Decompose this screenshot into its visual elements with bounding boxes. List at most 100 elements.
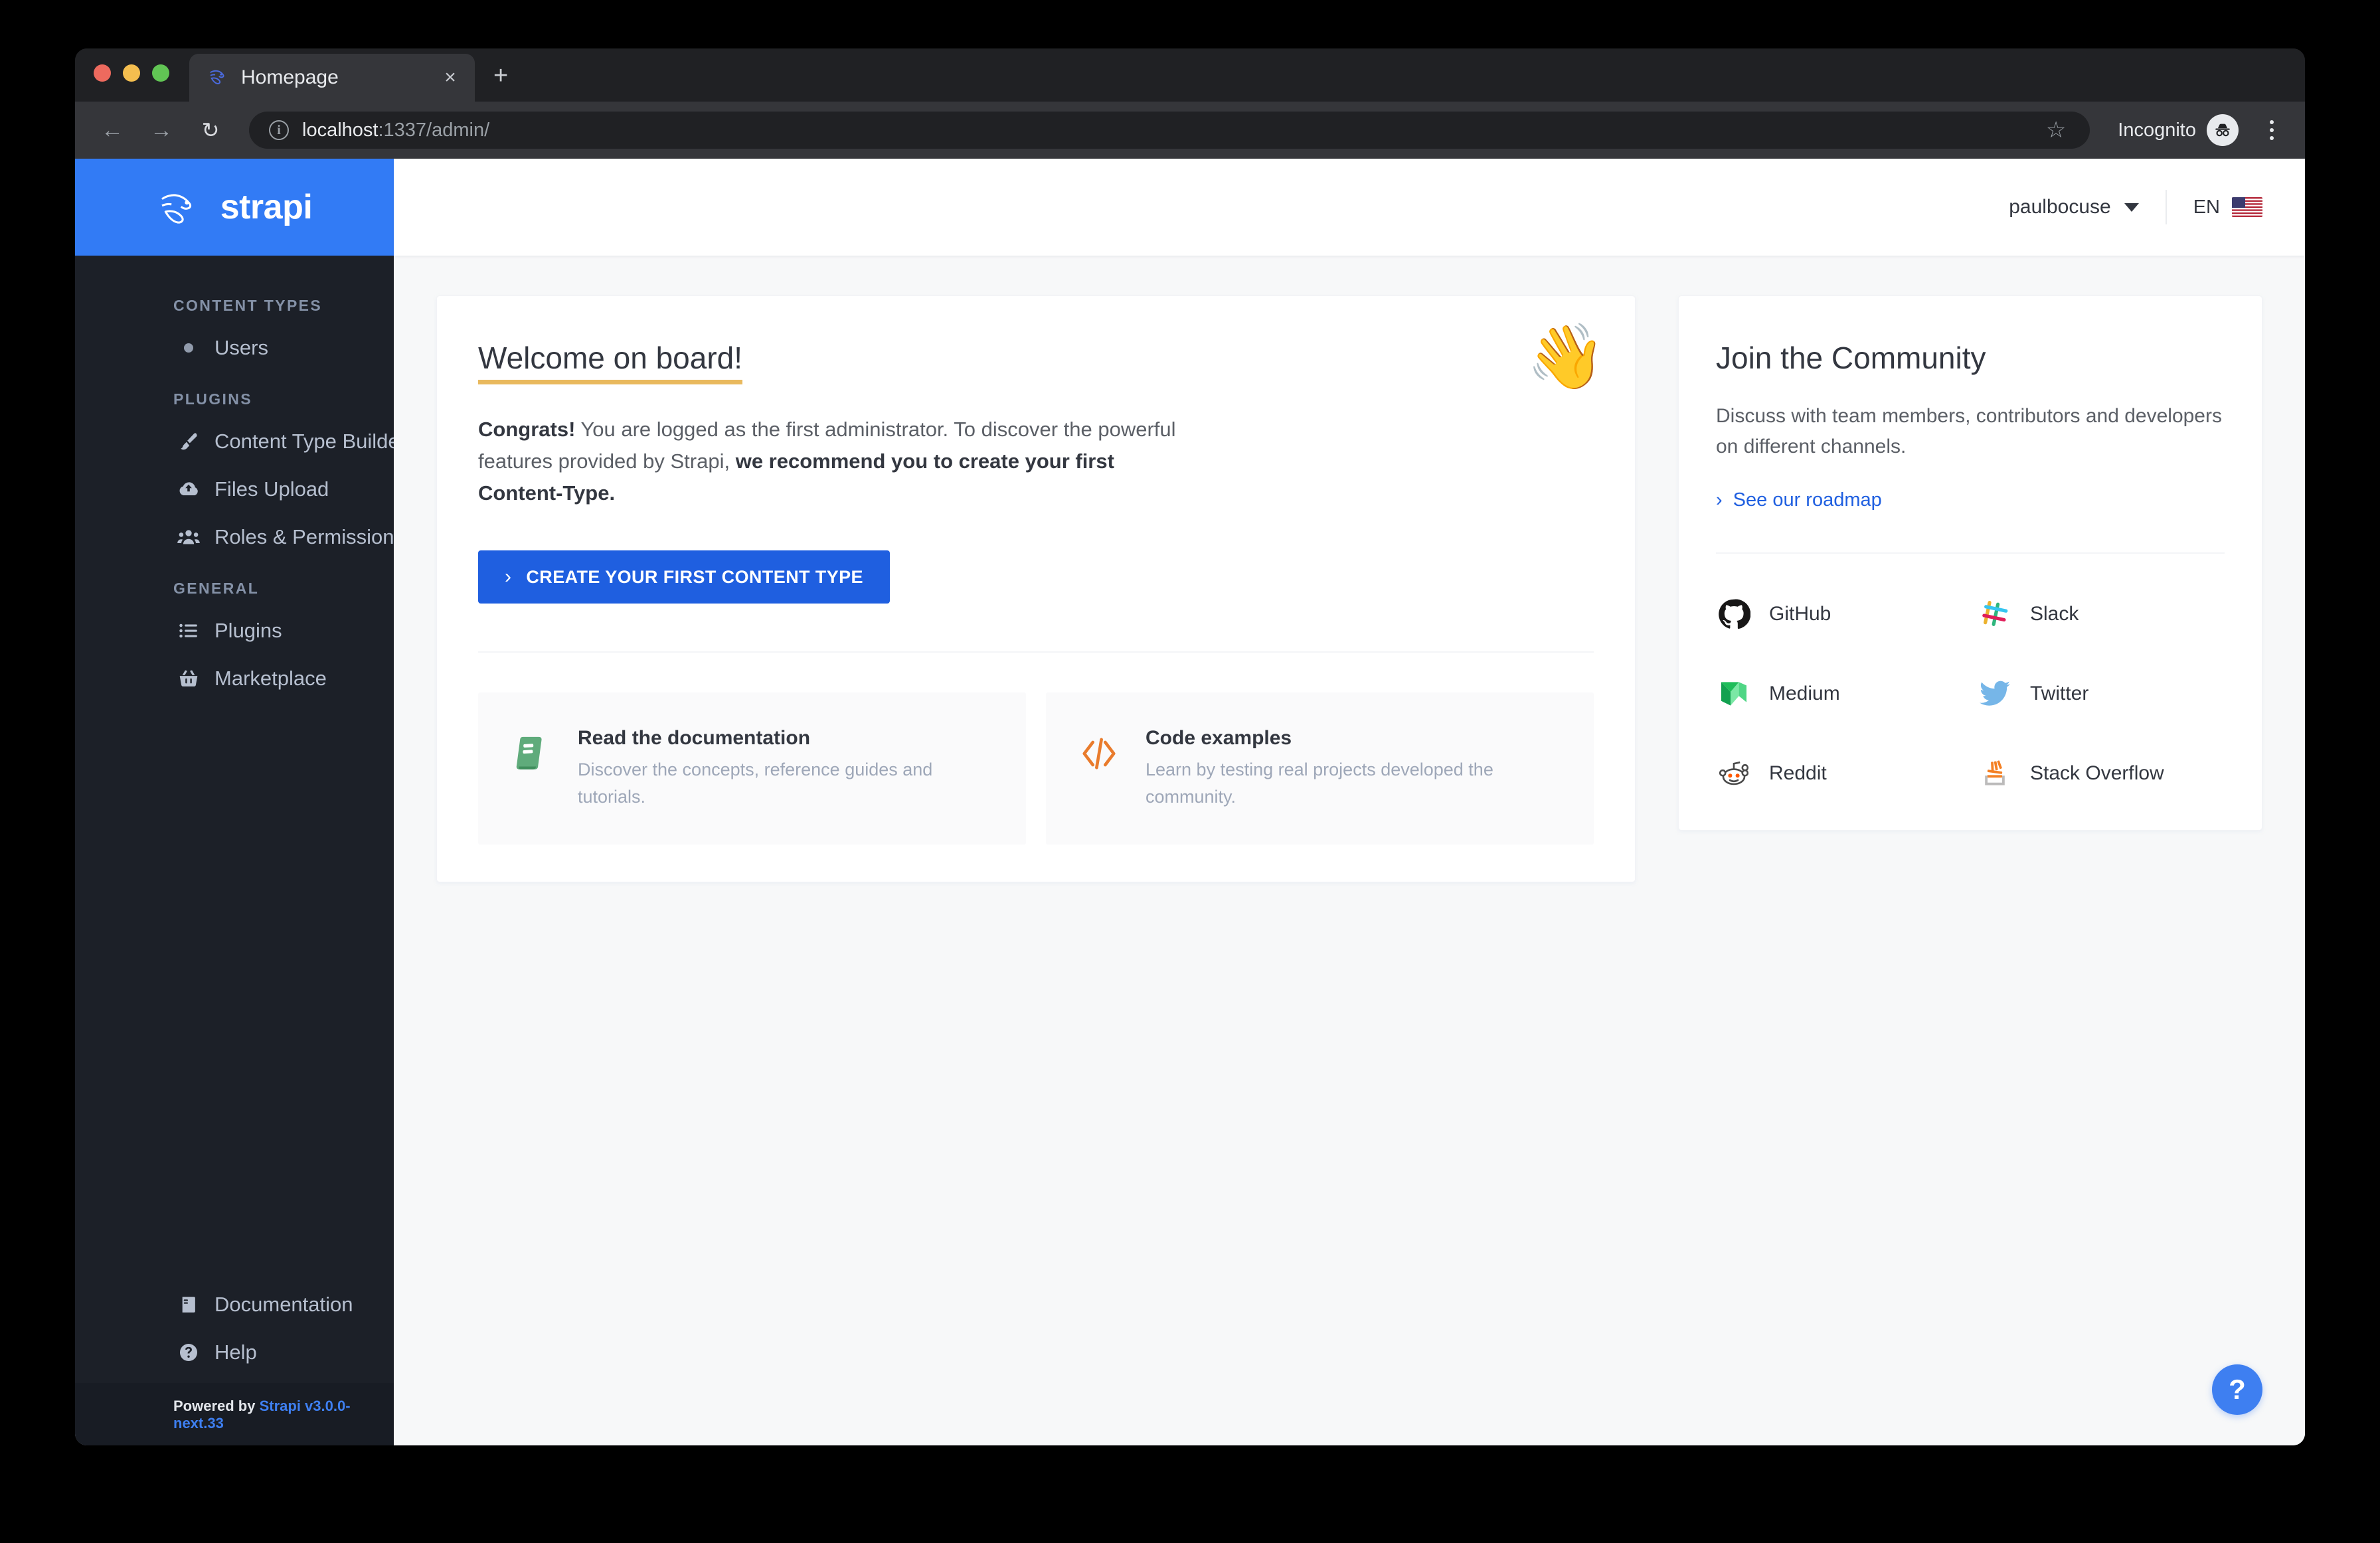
new-tab-button[interactable]: + [493, 63, 508, 88]
url-path: :1337/admin/ [378, 119, 490, 141]
twitter-icon [1977, 676, 2013, 712]
browser-tab-title: Homepage [241, 66, 339, 88]
github-icon [1716, 596, 1752, 632]
sidebar-item-documentation[interactable]: Documentation [75, 1281, 394, 1329]
page-content: Welcome on board! 👋 Congrats! You are lo… [394, 256, 2305, 1445]
sidebar-item-users[interactable]: Users [75, 324, 394, 372]
tile-code-examples[interactable]: Code examples Learn by testing real proj… [1046, 692, 1594, 845]
powered-by-label: Powered by [173, 1398, 260, 1414]
main-area: paulbocuse EN Welcome on board! 👋 Congra… [394, 159, 2305, 1445]
roadmap-label: See our roadmap [1733, 489, 1882, 511]
minimize-window-button[interactable] [123, 64, 140, 82]
browser-toolbar: ← → ↻ i localhost:1337/admin/ ☆ Incognit… [75, 102, 2305, 159]
tile-title: Read the documentation [578, 727, 811, 750]
sidebar-nav: CONTENT TYPES Users PLUGINS Content Type… [75, 256, 394, 1281]
sidebar-section-title-content-types: CONTENT TYPES [173, 297, 323, 314]
code-brackets-icon [1075, 730, 1123, 777]
sidebar-item-files-upload[interactable]: Files Upload [75, 465, 394, 513]
see-roadmap-link[interactable]: › See our roadmap [1716, 489, 1882, 511]
paintbrush-icon [175, 428, 203, 455]
community-links: GitHub Slack Medium Twitter Reddit Stack… [1716, 596, 2225, 791]
user-menu-button[interactable]: paulbocuse [2009, 196, 2165, 218]
sidebar-item-label: Users [214, 336, 268, 359]
users-group-icon [175, 523, 203, 551]
sidebar-version-footer: Powered by Strapi v3.0.0-next.33 [75, 1383, 394, 1445]
help-button[interactable]: ? [2212, 1364, 2262, 1415]
tile-description: Discover the concepts, reference guides … [578, 760, 933, 807]
community-card: Join the Community Discuss with team mem… [1678, 295, 2262, 831]
app-topbar: paulbocuse EN [394, 159, 2305, 256]
sidebar-item-label: Files Upload [214, 477, 329, 501]
sidebar-item-label: Documentation [214, 1293, 353, 1316]
close-tab-icon[interactable]: × [439, 68, 462, 88]
community-link-slack[interactable]: Slack [1977, 596, 2225, 632]
strapi-favicon-icon [207, 66, 229, 89]
cloud-upload-icon [175, 475, 203, 503]
strapi-admin-app: strapi CONTENT TYPES Users PLUGINS Conte… [75, 159, 2305, 1445]
username-label: paulbocuse [2009, 196, 2111, 218]
bullet-icon [175, 334, 203, 362]
community-link-label: Stack Overflow [2030, 762, 2164, 785]
chevron-right-icon: › [505, 566, 512, 588]
sidebar-logo-text: strapi [220, 188, 313, 226]
community-link-label: Medium [1769, 683, 1840, 705]
language-label: EN [2193, 196, 2220, 218]
cta-label: CREATE YOUR FIRST CONTENT TYPE [526, 566, 863, 587]
book-icon [175, 1291, 203, 1319]
sidebar-item-marketplace[interactable]: Marketplace [75, 655, 394, 702]
community-link-label: Twitter [2030, 683, 2089, 705]
browser-tab[interactable]: Homepage × [189, 54, 475, 102]
sidebar-item-content-type-builder[interactable]: Content Type Builder [75, 418, 394, 465]
sidebar-item-label: Plugins [214, 619, 282, 642]
incognito-indicator[interactable]: Incognito [2118, 114, 2239, 146]
stackoverflow-icon [1977, 756, 2013, 791]
maximize-window-button[interactable] [152, 64, 169, 82]
browser-menu-icon[interactable] [2258, 120, 2285, 140]
sidebar-item-roles-permissions[interactable]: Roles & Permissions [75, 513, 394, 561]
community-link-github[interactable]: GitHub [1716, 596, 1964, 632]
reload-icon[interactable]: ↻ [196, 116, 225, 145]
address-bar[interactable]: i localhost:1337/admin/ ☆ [249, 112, 2090, 149]
green-book-icon [507, 730, 555, 777]
community-link-label: GitHub [1769, 603, 1831, 625]
address-bar-url: localhost:1337/admin/ [302, 120, 489, 141]
chevron-right-icon: › [1716, 489, 1723, 511]
community-link-reddit[interactable]: Reddit [1716, 756, 1964, 791]
sidebar-item-label: Marketplace [214, 667, 327, 690]
sidebar: strapi CONTENT TYPES Users PLUGINS Conte… [75, 159, 394, 1445]
site-info-icon[interactable]: i [269, 120, 289, 140]
sidebar-item-label: Roles & Permissions [214, 525, 394, 548]
welcome-description: Congrats! You are logged as the first ad… [478, 414, 1202, 509]
browser-tab-strip: Homepage × + [75, 48, 2305, 102]
community-link-stackoverflow[interactable]: Stack Overflow [1977, 756, 2225, 791]
sidebar-item-label: Help [214, 1340, 257, 1364]
create-first-content-type-button[interactable]: › CREATE YOUR FIRST CONTENT TYPE [478, 550, 890, 604]
welcome-card: Welcome on board! 👋 Congrats! You are lo… [436, 295, 1636, 883]
community-divider [1716, 552, 2225, 554]
back-icon[interactable]: ← [98, 116, 127, 145]
community-link-medium[interactable]: Medium [1716, 676, 1964, 712]
sidebar-item-help[interactable]: Help [75, 1329, 394, 1376]
sidebar-item-plugins[interactable]: Plugins [75, 607, 394, 655]
sidebar-section-title-plugins: PLUGINS [173, 390, 253, 408]
page-title: Welcome on board! [478, 340, 743, 384]
tile-read-documentation[interactable]: Read the documentation Discover the conc… [478, 692, 1026, 845]
incognito-label: Incognito [2118, 119, 2196, 141]
window-traffic-lights [94, 48, 169, 102]
congrats-label: Congrats! [478, 418, 576, 441]
community-link-label: Slack [2030, 603, 2079, 625]
forward-icon[interactable]: → [147, 116, 176, 145]
waving-hand-icon: 👋 [1526, 321, 1606, 392]
sidebar-bottom-nav: Documentation Help [75, 1281, 394, 1383]
incognito-icon [2207, 114, 2239, 146]
reddit-icon [1716, 756, 1752, 791]
language-switcher[interactable]: EN [2167, 197, 2262, 218]
community-link-twitter[interactable]: Twitter [1977, 676, 2225, 712]
sidebar-logo[interactable]: strapi [75, 159, 394, 256]
question-circle-icon [175, 1339, 203, 1366]
bookmark-star-icon[interactable]: ☆ [2046, 117, 2070, 143]
browser-window: Homepage × + ← → ↻ i localhost:1337/admi… [75, 48, 2305, 1445]
shopping-basket-icon [175, 665, 203, 692]
close-window-button[interactable] [94, 64, 111, 82]
community-title: Join the Community [1716, 341, 1986, 375]
